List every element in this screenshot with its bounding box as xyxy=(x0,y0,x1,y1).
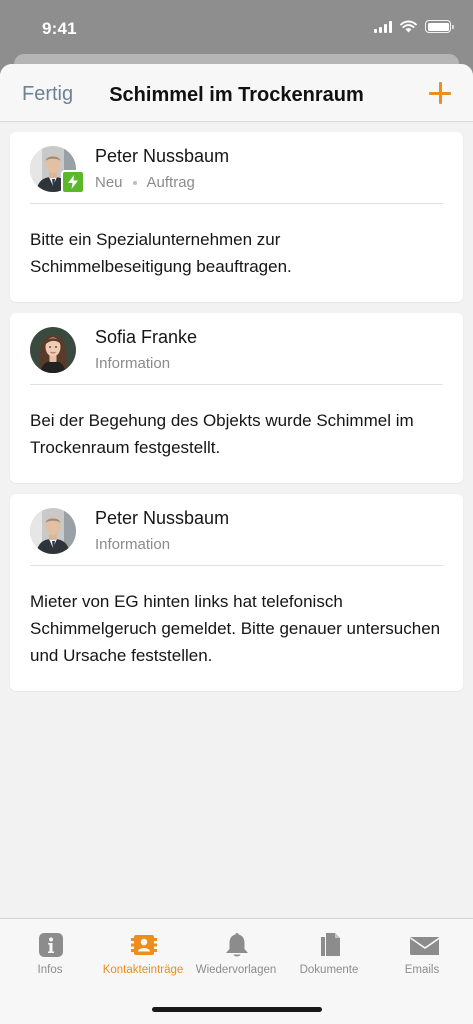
entry-text: Bitte ein Spezialunternehmen zur Schimme… xyxy=(30,230,292,276)
entry-header: Peter Nussbaum Information xyxy=(30,494,443,566)
tab-kontakteintraege[interactable]: Kontakteinträge xyxy=(97,927,189,983)
home-indicator xyxy=(152,1007,322,1012)
entry-type: Auftrag xyxy=(146,174,195,191)
page-title: Schimmel im Trockenraum xyxy=(109,84,364,106)
plus-icon[interactable] xyxy=(425,78,455,108)
battery-icon xyxy=(425,20,454,33)
status-bar: 9:41 xyxy=(0,0,473,56)
entry-meta: Information xyxy=(95,355,170,372)
list-item[interactable]: Peter Nussbaum Neu Auftrag Bitte ein Spe… xyxy=(10,132,463,302)
envelope-icon xyxy=(410,937,439,955)
entry-type: Information xyxy=(95,536,171,553)
entry-text: Mieter von EG hinten links hat telefonis… xyxy=(30,592,441,665)
tab-wiedervorlagen[interactable]: Wiedervorlagen xyxy=(190,927,282,983)
info-icon xyxy=(39,933,63,957)
bell-icon xyxy=(226,933,248,957)
cellular-signal-icon xyxy=(374,20,392,33)
status-icons xyxy=(374,20,454,33)
separator-dot xyxy=(132,180,137,185)
tab-label: Emails xyxy=(404,964,440,976)
avatar xyxy=(30,327,76,373)
tab-infos[interactable]: Infos xyxy=(4,927,96,983)
status-time: 9:41 xyxy=(42,19,77,38)
entry-header: Sofia Franke Information xyxy=(30,313,443,385)
entry-list: Peter Nussbaum Neu Auftrag Bitte ein Spe… xyxy=(0,122,473,691)
documents-icon xyxy=(321,933,340,956)
list-item[interactable]: Sofia Franke Information Bei der Begehun… xyxy=(10,313,463,483)
author-name: Sofia Franke xyxy=(95,327,198,347)
contacts-icon xyxy=(131,935,157,955)
avatar xyxy=(30,508,76,554)
author-name: Peter Nussbaum xyxy=(95,146,230,166)
entry-meta: Information xyxy=(95,536,170,553)
author-name: Peter Nussbaum xyxy=(95,508,230,528)
tab-emails[interactable]: Emails xyxy=(376,927,468,983)
list-item[interactable]: Peter Nussbaum Information Mieter von EG… xyxy=(10,494,463,691)
entry-header: Peter Nussbaum Neu Auftrag xyxy=(30,132,443,204)
lightning-icon xyxy=(61,170,85,194)
modal-sheet: Fertig Schimmel im Trockenraum Peter Nus… xyxy=(0,64,473,1024)
entry-meta: Neu Auftrag xyxy=(95,174,195,191)
wifi-icon xyxy=(400,20,417,33)
entry-type: Information xyxy=(95,355,171,372)
status-label: Neu xyxy=(95,174,123,191)
navigation-bar: Fertig Schimmel im Trockenraum xyxy=(0,64,473,122)
tab-bar: Infos Kontakteinträge Wiedervorlagen Dok… xyxy=(0,918,473,1024)
entry-text: Bei der Begehung des Objekts wurde Schim… xyxy=(30,411,414,457)
tab-dokumente[interactable]: Dokumente xyxy=(283,927,375,983)
